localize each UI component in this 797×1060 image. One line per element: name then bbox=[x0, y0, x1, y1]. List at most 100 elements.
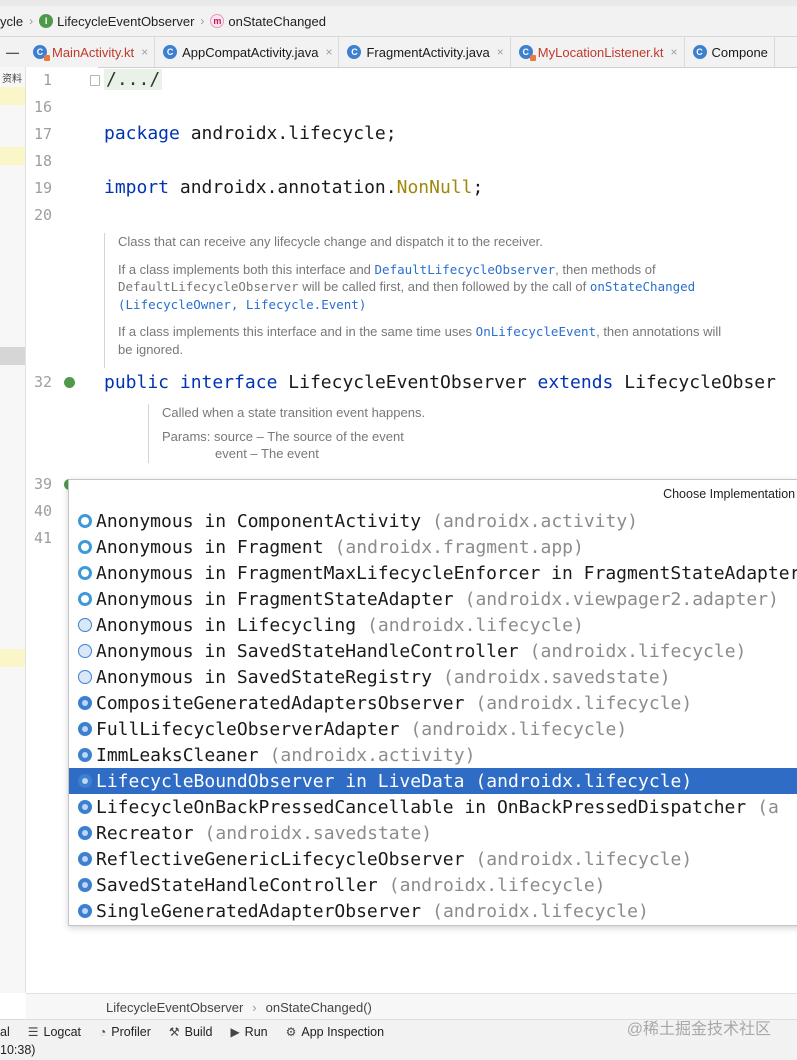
doc-link[interactable]: OnLifecycleEvent bbox=[476, 324, 596, 339]
code-line-19[interactable]: import androidx.annotation.NonNull; bbox=[104, 177, 483, 198]
implementation-package: (a bbox=[757, 796, 779, 818]
tool-window-button[interactable]: ▶ Run bbox=[230, 1025, 267, 1039]
choose-implementation-popup[interactable]: Choose Implementation of Anonymous in Co… bbox=[68, 479, 797, 926]
implementation-item[interactable]: ReflectiveGenericLifecycleObserver (andro… bbox=[69, 846, 797, 872]
implementation-package: (androidx.lifecycle) bbox=[529, 640, 747, 662]
implementation-item[interactable]: LifecycleOnBackPressedCancellable in OnB… bbox=[69, 794, 797, 820]
doc-link[interactable]: onStateChanged bbox=[590, 279, 695, 294]
line-number: 17 bbox=[33, 125, 52, 143]
implemented-by-icon[interactable] bbox=[64, 377, 75, 388]
navigation-breadcrumb: ycle › I LifecycleEventObserver › m onStateCha… bbox=[0, 6, 797, 37]
close-icon[interactable]: × bbox=[671, 45, 678, 59]
close-icon[interactable]: × bbox=[325, 45, 332, 59]
editor-tab[interactable]: C FragmentActivity.java × bbox=[339, 37, 511, 67]
editor-tab[interactable]: C Compone bbox=[685, 37, 775, 67]
code-text: ; bbox=[472, 177, 484, 198]
keyword: extends bbox=[537, 372, 614, 393]
watermark: @稀土掘金技术社区 bbox=[626, 1021, 771, 1038]
tool-window-button[interactable]: ☰ Logcat bbox=[28, 1025, 81, 1039]
editor-tab[interactable]: C AppCompatActivity.java × bbox=[155, 37, 340, 67]
implementation-name: LifecycleOnBackPressedCancellable in OnB… bbox=[96, 796, 747, 818]
code-text: LifecycleEventObserver bbox=[288, 372, 527, 393]
interface-javadoc: Class that can receive any lifecycle cha… bbox=[104, 233, 778, 368]
lambda-icon bbox=[78, 618, 92, 632]
lambda-icon bbox=[78, 644, 92, 658]
breadcrumb-item[interactable]: m onStateChanged bbox=[210, 14, 326, 29]
close-icon[interactable]: × bbox=[497, 45, 504, 59]
folded-header[interactable]: /.../ bbox=[104, 69, 163, 90]
class-icon bbox=[78, 722, 92, 736]
implementation-package: (androidx.lifecycle) bbox=[367, 614, 584, 636]
tool-window-button[interactable]: ◔ Profiler bbox=[99, 1025, 151, 1039]
implementation-list[interactable]: Anonymous in ComponentActivity (androidx.… bbox=[69, 508, 797, 924]
breadcrumb-separator: › bbox=[200, 14, 205, 28]
lambda-icon bbox=[78, 670, 92, 684]
class-icon bbox=[78, 826, 92, 840]
tool-window-button[interactable]: al bbox=[0, 1025, 10, 1039]
status-bar: 10:38) bbox=[0, 1043, 797, 1060]
implementation-name: Anonymous in Lifecycling bbox=[96, 614, 357, 636]
implementation-item[interactable]: Anonymous in FragmentMaxLifecycleEnforce… bbox=[69, 560, 797, 586]
code-text: LifecycleObser bbox=[624, 372, 776, 393]
editor-tab[interactable]: C MainActivity.kt × bbox=[25, 37, 156, 67]
breadcrumb-item[interactable]: ycle bbox=[0, 14, 23, 29]
editor-tab[interactable]: C MyLocationListener.kt × bbox=[511, 37, 685, 67]
implementation-name: CompositeGeneratedAdaptersObserver bbox=[96, 692, 465, 714]
implementation-package: (androidx.activity) bbox=[269, 744, 476, 766]
line-number: 41 bbox=[33, 529, 52, 547]
code-line-1[interactable]: /.../ bbox=[104, 69, 163, 90]
doc-text: If a class implements this interface and… bbox=[118, 324, 476, 339]
implementation-item[interactable]: SingleGeneratedAdapterObserver (androidx.… bbox=[69, 898, 797, 924]
breadcrumb-method[interactable]: onStateChanged() bbox=[266, 1000, 372, 1015]
breadcrumb-item[interactable]: I LifecycleEventObserver bbox=[39, 14, 194, 29]
implementation-name: Anonymous in Fragment bbox=[96, 536, 324, 558]
line-number: 1 bbox=[42, 71, 52, 89]
doc-link[interactable]: (LifecycleOwner, Lifecycle.Event) bbox=[118, 297, 366, 312]
annotation-ref: NonNull bbox=[396, 177, 473, 198]
anonymous-class-icon bbox=[78, 566, 92, 580]
implementation-item[interactable]: Anonymous in FragmentStateAdapter (androi… bbox=[69, 586, 797, 612]
tool-window-button[interactable]: ⚙ App Inspection bbox=[286, 1025, 384, 1039]
change-marker bbox=[0, 649, 25, 667]
implementation-item[interactable]: Anonymous in SavedStateHandleController (… bbox=[69, 638, 797, 664]
anonymous-class-icon bbox=[78, 514, 92, 528]
implementation-package: (androidx.fragment.app) bbox=[334, 536, 584, 558]
breadcrumb-label: onStateChanged bbox=[228, 13, 326, 29]
implementation-item[interactable]: Anonymous in SavedStateRegistry (androidx… bbox=[69, 664, 797, 690]
close-icon[interactable]: × bbox=[141, 45, 148, 59]
tool-window-button[interactable]: ⚒ Build bbox=[169, 1025, 213, 1039]
collapse-icon[interactable]: — bbox=[0, 45, 25, 60]
implementation-item[interactable]: SavedStateHandleController (androidx.life… bbox=[69, 872, 797, 898]
tool-label: App Inspection bbox=[301, 1025, 385, 1039]
project-panel-strip: 资料 bbox=[0, 67, 26, 993]
implementation-name: SavedStateHandleController bbox=[96, 874, 378, 896]
class-icon bbox=[78, 904, 92, 918]
implementation-item[interactable]: Recreator (androidx.savedstate) bbox=[69, 820, 797, 846]
code-line-32[interactable]: public interface LifecycleEventObserver … bbox=[104, 372, 776, 393]
editor-tab-bar: — C MainActivity.kt × C AppCompatActivity.ja… bbox=[0, 37, 797, 68]
code-line-17[interactable]: package androidx.lifecycle; bbox=[104, 123, 397, 144]
implementation-item-selected[interactable]: LifecycleBoundObserver in LiveData (andro… bbox=[69, 768, 797, 794]
doc-link[interactable]: DefaultLifecycleObserver bbox=[375, 262, 556, 277]
doc-paragraph: If a class implements this interface and… bbox=[118, 323, 778, 358]
tab-label: MyLocationListener.kt bbox=[537, 44, 664, 60]
java-class-icon: C bbox=[692, 45, 707, 59]
fold-toggle[interactable] bbox=[90, 75, 100, 86]
implementation-item[interactable]: FullLifecycleObserverAdapter (androidx.li… bbox=[69, 716, 797, 742]
line-number: 40 bbox=[33, 502, 52, 520]
implementation-item[interactable]: Anonymous in ComponentActivity (androidx.… bbox=[69, 508, 797, 534]
method-icon: m bbox=[210, 14, 225, 28]
implementation-item[interactable]: CompositeGeneratedAdaptersObserver (andro… bbox=[69, 690, 797, 716]
implementation-item[interactable]: Anonymous in Fragment (androidx.fragment.… bbox=[69, 534, 797, 560]
breadcrumb-interface[interactable]: LifecycleEventObserver bbox=[106, 1000, 243, 1015]
breadcrumb-separator: › bbox=[29, 14, 34, 28]
implementation-name: Anonymous in FragmentMaxLifecycleEnforce… bbox=[96, 562, 797, 584]
breadcrumb-separator: › bbox=[252, 999, 257, 1015]
change-marker bbox=[0, 147, 25, 165]
implementation-item[interactable]: ImmLeaksCleaner (androidx.activity) bbox=[69, 742, 797, 768]
selected-tree-row[interactable] bbox=[0, 347, 25, 365]
java-class-icon: C bbox=[163, 45, 178, 59]
implementation-item[interactable]: Anonymous in Lifecycling (androidx.lifecy… bbox=[69, 612, 797, 638]
tool-icon: ◔ bbox=[99, 1025, 107, 1039]
implementation-name: ReflectiveGenericLifecycleObserver bbox=[96, 848, 465, 870]
